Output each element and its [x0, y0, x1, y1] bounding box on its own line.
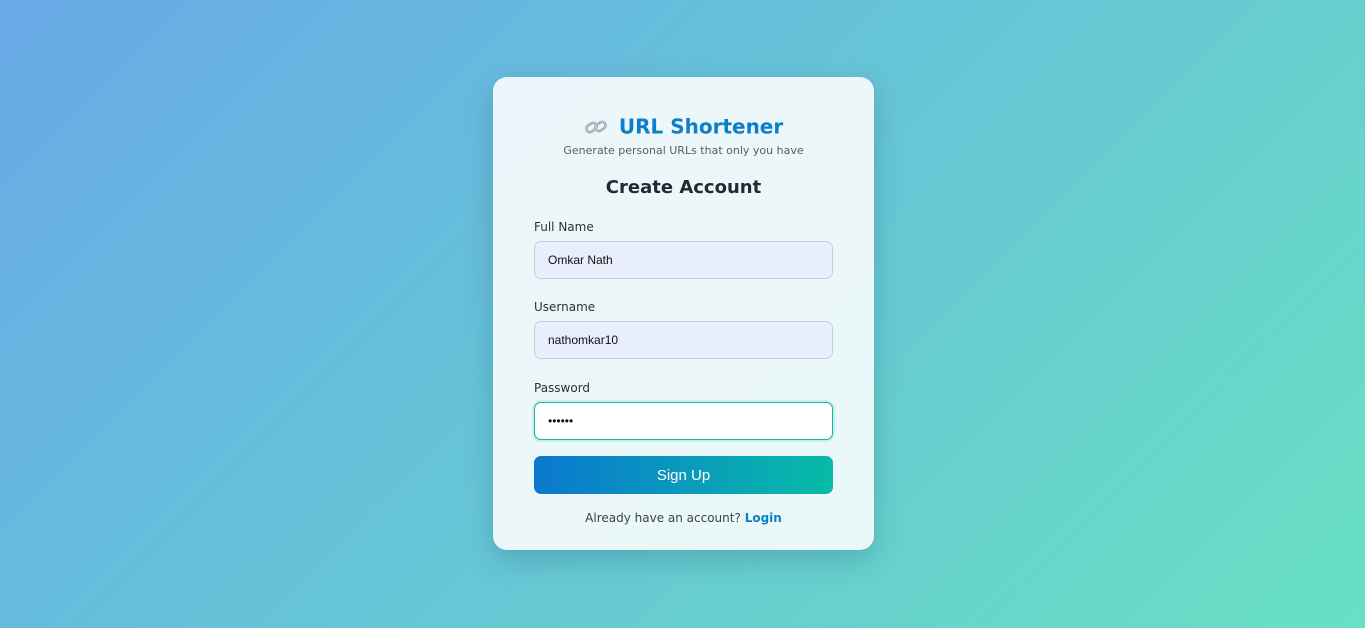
full-name-field-group: Full Name — [534, 219, 833, 279]
username-label: Username — [534, 300, 596, 314]
signup-card: URL Shortener Generate personal URLs tha… — [493, 77, 874, 550]
brand-header: URL Shortener — [534, 111, 833, 141]
password-field-group: Password — [534, 380, 833, 440]
login-prompt: Already have an account? Login — [534, 510, 833, 526]
login-link[interactable]: Login — [745, 511, 782, 525]
login-prompt-text: Already have an account? — [585, 511, 741, 525]
app-title: URL Shortener — [618, 114, 784, 139]
username-field-group: Username — [534, 299, 833, 359]
username-input[interactable] — [534, 321, 833, 359]
full-name-input[interactable] — [534, 241, 833, 279]
link-icon — [584, 117, 608, 137]
form-heading: Create Account — [605, 177, 762, 198]
password-label: Password — [534, 381, 591, 395]
password-input[interactable] — [534, 402, 833, 440]
full-name-label: Full Name — [534, 220, 594, 234]
tagline: Generate personal URLs that only you hav… — [563, 144, 804, 157]
sign-up-button[interactable]: Sign Up — [534, 456, 833, 494]
